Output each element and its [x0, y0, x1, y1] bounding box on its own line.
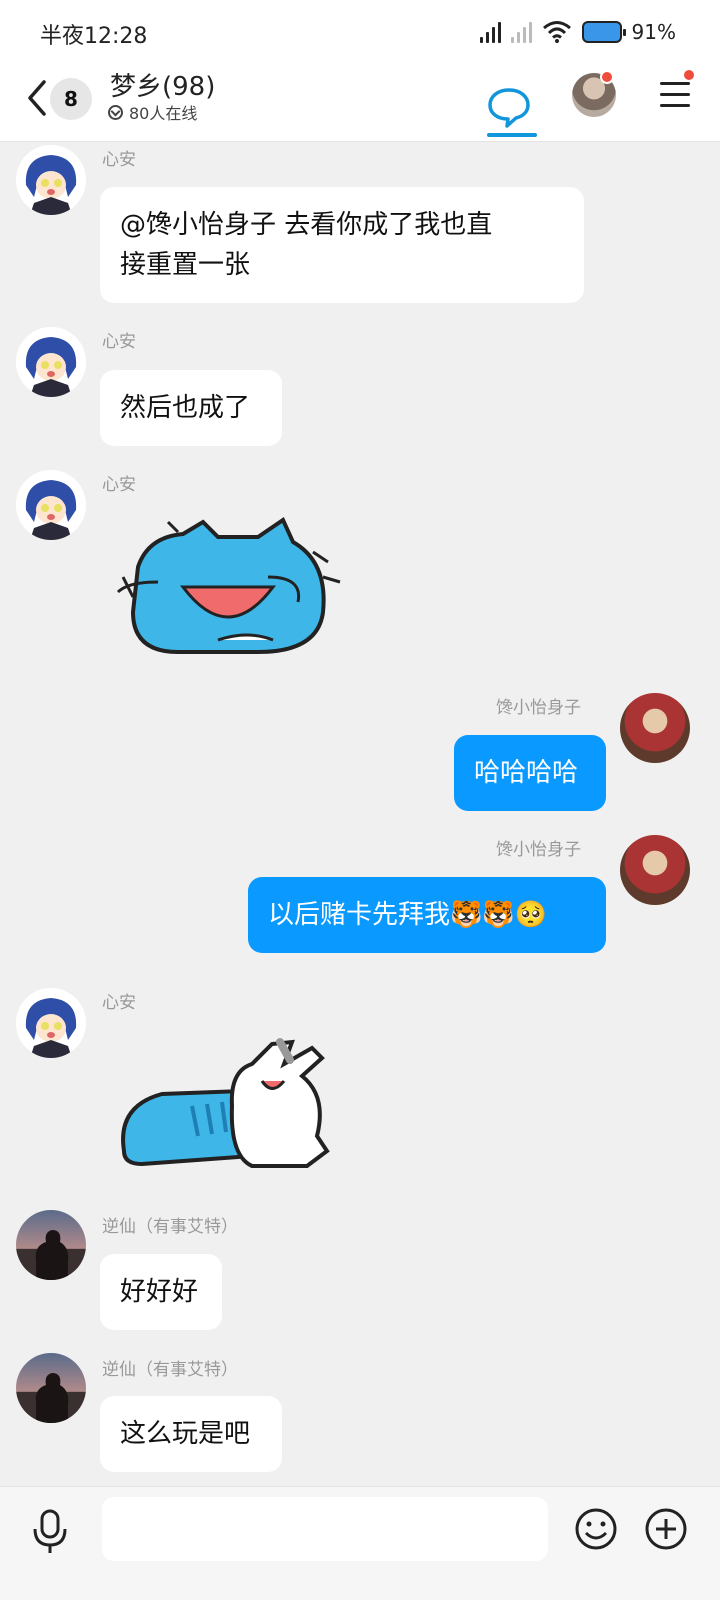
online-count: 80人在线: [129, 104, 198, 123]
blue-cat-laughing-sticker[interactable]: [108, 512, 348, 672]
battery-percent: 91%: [631, 20, 676, 44]
sender-name: 馋小怡身子: [496, 840, 581, 860]
sender-name: 心安: [102, 150, 136, 170]
active-tab-indicator: [487, 133, 537, 137]
notification-dot: [600, 70, 614, 84]
sender-name: 心安: [102, 332, 136, 352]
smiley-icon[interactable]: [574, 1507, 618, 1551]
avatar[interactable]: [16, 327, 86, 397]
message-text: 以后赌卡先拜我: [268, 900, 451, 930]
avatar[interactable]: [16, 988, 86, 1058]
signal-icon: [479, 21, 501, 43]
sender-name: 逆仙（有事艾特）: [102, 1360, 238, 1380]
sender-name: 心安: [102, 475, 136, 495]
message-line: 接重置一张: [120, 250, 251, 280]
sender-name: 心安: [102, 993, 136, 1013]
avatar[interactable]: [620, 835, 690, 905]
online-status[interactable]: 80人在线: [108, 100, 197, 124]
avatar[interactable]: [16, 1353, 86, 1423]
anime-girl-avatar-icon: [16, 470, 86, 540]
silhouette-avatar-icon: [35, 1373, 69, 1423]
anime-girl-avatar-icon: [16, 145, 86, 215]
avatar[interactable]: [620, 693, 690, 763]
menu-notification-dot: [682, 68, 696, 82]
message-bubble[interactable]: 哈哈哈哈: [454, 735, 606, 811]
message-bubble[interactable]: 然后也成了: [100, 370, 282, 446]
anime-girl-avatar-icon: [16, 327, 86, 397]
anime-girl-avatar-icon: [16, 988, 86, 1058]
chat-header: 8 梦乡(98) 80人在线: [0, 64, 720, 142]
message-input[interactable]: [102, 1497, 548, 1561]
chat-bubble-icon[interactable]: [484, 76, 534, 140]
message-bubble[interactable]: 这么玩是吧: [100, 1396, 282, 1472]
chevron-left-icon[interactable]: [22, 76, 52, 120]
microphone-icon[interactable]: [28, 1507, 72, 1555]
silhouette-avatar-icon: [35, 1230, 69, 1280]
battery-icon: [581, 21, 626, 43]
avatar[interactable]: [16, 145, 86, 215]
status-time: 半夜12:28: [40, 24, 148, 49]
status-bar: 半夜12:28 91%: [0, 0, 720, 64]
chevron-circle-icon: [108, 104, 123, 120]
status-icons: 91%: [479, 20, 676, 44]
signal-2-icon: [510, 21, 532, 43]
avatar[interactable]: [16, 1210, 86, 1280]
message-bubble[interactable]: 好好好: [100, 1254, 222, 1330]
wifi-icon: [542, 21, 571, 43]
input-bar: [0, 1486, 720, 1600]
pleading-emoji-icon: 🥺: [514, 900, 548, 930]
sender-name: 逆仙（有事艾特）: [102, 1217, 238, 1237]
blue-cat-white-rabbit-sticker[interactable]: [112, 1036, 342, 1176]
message-line: @馋小怡身子 去看你成了我也直: [120, 210, 493, 240]
plus-circle-icon[interactable]: [644, 1507, 688, 1551]
avatar[interactable]: [16, 470, 86, 540]
group-title[interactable]: 梦乡(98): [110, 66, 215, 103]
unread-count-badge[interactable]: 8: [50, 78, 92, 120]
sender-name: 馋小怡身子: [496, 698, 581, 718]
tiger-emoji-icon: 🐯: [482, 900, 515, 930]
message-bubble[interactable]: @馋小怡身子 去看你成了我也直 接重置一张: [100, 187, 584, 303]
message-bubble[interactable]: 以后赌卡先拜我🐯🐯🥺: [248, 877, 606, 953]
tiger-emoji-icon: 🐯: [450, 900, 483, 930]
menu-icon[interactable]: [660, 82, 690, 112]
